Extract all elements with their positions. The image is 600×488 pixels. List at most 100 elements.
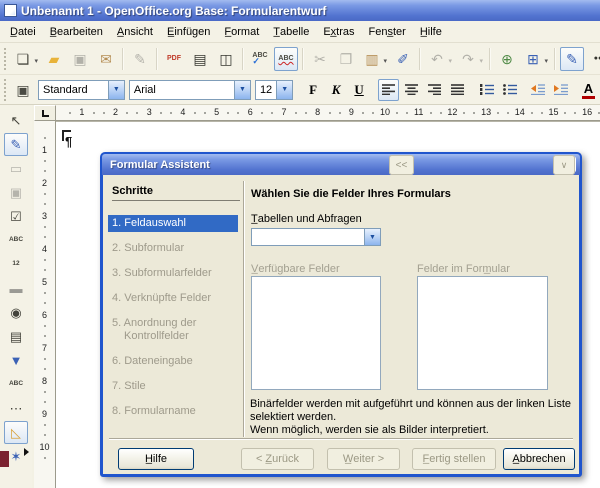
align-right-button[interactable] <box>424 79 445 101</box>
fields-in-form-listbox[interactable] <box>417 276 548 390</box>
form-design-button[interactable]: ◺ <box>4 421 28 444</box>
copy-button[interactable]: ❐ <box>334 47 358 71</box>
ruler-mark: 4 <box>166 105 200 120</box>
menu-format[interactable]: F̲ormat <box>217 23 266 41</box>
new-document-button[interactable]: ❏ <box>11 47 35 71</box>
dialog-titlebar[interactable]: Formular Assistent ✕ <box>102 154 580 175</box>
menu-tabelle[interactable]: T̲abelle <box>266 23 316 41</box>
pdf-export-button[interactable]: PDF <box>162 47 186 71</box>
window-titlebar[interactable]: Unbenannt 1 - OpenOffice.org Base: Formu… <box>0 0 600 21</box>
control-properties-button[interactable]: ▭ <box>4 157 28 180</box>
textbox-button[interactable]: ABC <box>4 229 28 252</box>
vertical-ruler[interactable]: 12345678910 <box>34 121 56 488</box>
tables-queries-combo[interactable]: ▼ <box>251 228 381 246</box>
chevron-down-icon[interactable]: ▼ <box>276 81 292 99</box>
list-box-button[interactable]: ▤ <box>4 325 28 348</box>
toolbar-separator <box>489 48 491 70</box>
cut-button[interactable]: ✂ <box>308 47 332 71</box>
menu-einfuegen[interactable]: E̲infügen <box>160 23 217 41</box>
toolbar-grip[interactable] <box>2 48 7 70</box>
email-button[interactable]: ✉ <box>94 47 118 71</box>
print-button[interactable]: ▤ <box>188 47 212 71</box>
step-6-dateneingabe[interactable]: 6. Dateneingabe <box>108 353 238 370</box>
menu-hilfe[interactable]: H̲ilfe <box>413 23 449 41</box>
edit-file-button[interactable]: ✎ <box>128 47 152 71</box>
ruler-mark: 10 <box>368 105 402 120</box>
step-8-formularname[interactable]: 8. Formularname <box>108 403 238 420</box>
help-button[interactable]: H̲ilfe <box>118 448 194 470</box>
step-1-feldauswahl[interactable]: 1. Feldauswahl <box>108 215 238 232</box>
chevron-down-icon[interactable]: ▼ <box>234 81 250 99</box>
dialog-title: Formular Assistent <box>110 159 559 171</box>
menu-extras[interactable]: Ex̲tras <box>316 23 361 41</box>
more-controls-button[interactable]: ⋯ <box>4 397 28 420</box>
font-color-button[interactable]: A <box>578 79 599 101</box>
design-mode-button[interactable]: ✎ <box>4 133 28 156</box>
save-button[interactable]: ▣ <box>68 47 92 71</box>
align-center-button[interactable] <box>401 79 422 101</box>
horizontal-ruler[interactable]: 12345678910111213141516 <box>56 105 600 121</box>
ruler-mark: 6 <box>233 105 267 120</box>
menu-ansicht[interactable]: A̲nsicht <box>110 23 160 41</box>
align-justify-button[interactable] <box>447 79 468 101</box>
insert-table-button[interactable]: ⊞ <box>521 47 545 71</box>
cancel-button[interactable]: A̲bbrechen <box>503 448 575 470</box>
undo-button[interactable]: ↶ <box>425 47 449 71</box>
toolbar-grip[interactable] <box>2 79 7 101</box>
font-size-combo[interactable]: 12 ▼ <box>255 80 293 100</box>
decrease-indent-icon <box>531 84 545 95</box>
available-fields-listbox[interactable] <box>251 276 381 390</box>
step-5-anordnung[interactable]: 5. Anordnung der Kontrollfelder <box>108 315 238 345</box>
formatted-field-button[interactable]: 12 <box>4 253 28 276</box>
finish-button[interactable]: F̲ertig stellen <box>412 448 496 470</box>
toolbar-overflow-arrow-icon[interactable] <box>24 448 29 456</box>
menu-datei[interactable]: D̲atei <box>3 23 43 41</box>
tab-stop-selector-button[interactable] <box>34 105 56 121</box>
bold-button[interactable]: F <box>303 79 324 101</box>
underline-button[interactable]: U <box>349 79 370 101</box>
move-all-left-button[interactable]: << <box>389 155 414 175</box>
chevron-down-icon[interactable]: ▼ <box>108 81 124 99</box>
draw-functions-button[interactable]: ✎ <box>560 47 584 71</box>
autospellcheck-button[interactable]: ABC <box>274 47 298 71</box>
step-7-stile[interactable]: 7. Stile <box>108 378 238 395</box>
find-button[interactable]: ●● <box>586 47 600 71</box>
ruler-mark: 13 <box>469 105 503 120</box>
format-paintbrush-button[interactable]: ✐ <box>391 47 415 71</box>
select-button[interactable]: ↖ <box>4 109 28 132</box>
label-field-button[interactable]: ABC <box>4 373 28 396</box>
bullet-list-button[interactable] <box>499 79 520 101</box>
spellcheck-button[interactable]: ABC <box>248 47 272 71</box>
combo-box-button[interactable]: ▼ <box>4 349 28 372</box>
step-3-subformularfelder[interactable]: 3. Subformularfelder <box>108 265 238 282</box>
chevron-down-icon[interactable]: ▼ <box>364 229 380 245</box>
increase-indent-button[interactable] <box>550 79 571 101</box>
hyperlink-button[interactable]: ⊕ <box>495 47 519 71</box>
back-button[interactable]: < Z̲urück <box>241 448 314 470</box>
menu-fenster[interactable]: Fens̲ter <box>362 23 413 41</box>
toolbar-separator <box>419 48 421 70</box>
step-2-subformular[interactable]: 2. Subformular <box>108 240 238 257</box>
ruler-mark: 5 <box>200 105 234 120</box>
tables-queries-value <box>252 229 364 245</box>
checkbox-button[interactable]: ☑ <box>4 205 28 228</box>
ruler-mark: 7 <box>267 105 301 120</box>
align-left-button[interactable] <box>378 79 399 101</box>
open-button[interactable]: ▰ <box>42 47 66 71</box>
styles-window-button[interactable]: ▣ <box>11 78 35 102</box>
push-button-button[interactable]: ▬ <box>4 277 28 300</box>
step-4-verknuepfte-felder[interactable]: 4. Verknüpfte Felder <box>108 290 238 307</box>
redo-button[interactable]: ↷ <box>456 47 480 71</box>
font-name-combo[interactable]: Arial ▼ <box>129 80 251 100</box>
page-preview-button[interactable]: ◫ <box>214 47 238 71</box>
next-button[interactable]: W̲eiter > <box>327 448 400 470</box>
move-down-button[interactable]: ∨ <box>553 155 575 175</box>
menu-bearbeiten[interactable]: B̲earbeiten <box>43 23 110 41</box>
form-properties-button[interactable]: ▣ <box>4 181 28 204</box>
paragraph-style-combo[interactable]: Standard ▼ <box>38 80 125 100</box>
option-button-button[interactable]: ◉ <box>4 301 28 324</box>
italic-button[interactable]: K <box>326 79 347 101</box>
numbered-list-button[interactable] <box>476 79 497 101</box>
decrease-indent-button[interactable] <box>527 79 548 101</box>
paste-button[interactable]: ▥ <box>360 47 384 71</box>
